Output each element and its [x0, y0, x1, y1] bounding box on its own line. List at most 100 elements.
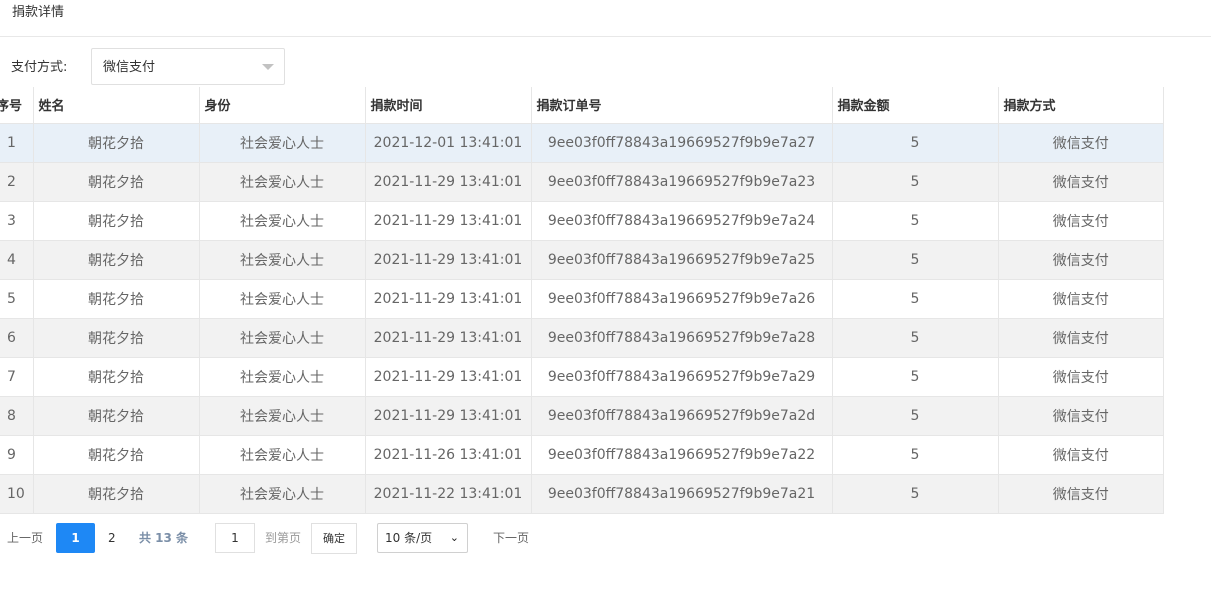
table-row[interactable]: 2 朝花夕拾 社会爱心人士 2021-11-29 13:41:01 9ee03f0ff7…: [0, 161, 1163, 201]
cell-payment-method: 微信支付: [997, 317, 1163, 357]
column-header-order-number[interactable]: 捐款订单号: [530, 87, 832, 123]
donation-table: 序号 姓名 身份 捐款时间 捐款订单号 捐款金额 捐款方式 1 朝花夕拾 社会爱心人…: [0, 87, 1164, 514]
next-page-button[interactable]: 下一页: [493, 531, 529, 545]
cell-order-number: 9ee03f0ff78843a19669527f9b9e7a25: [530, 239, 832, 279]
table-row[interactable]: 8 朝花夕拾 社会爱心人士 2021-11-29 13:41:01 9ee03f0ff7…: [0, 395, 1163, 435]
cell-order-number: 9ee03f0ff78843a19669527f9b9e7a24: [530, 200, 832, 240]
column-header-donation-time[interactable]: 捐款时间: [364, 87, 531, 123]
payment-method-select[interactable]: 微信支付: [91, 48, 285, 85]
cell-identity: 社会爱心人士: [198, 122, 365, 162]
cell-payment-method: 微信支付: [997, 239, 1163, 279]
cell-donation-time: 2021-11-29 13:41:01: [364, 356, 531, 396]
cell-order-number: 9ee03f0ff78843a19669527f9b9e7a27: [530, 122, 832, 162]
cell-payment-method: 微信支付: [997, 395, 1163, 435]
cell-amount: 5: [831, 239, 998, 279]
column-header-identity[interactable]: 身份: [198, 87, 365, 123]
cell-order-number: 9ee03f0ff78843a19669527f9b9e7a29: [530, 356, 832, 396]
table-row[interactable]: 6 朝花夕拾 社会爱心人士 2021-11-29 13:41:01 9ee03f0ff7…: [0, 317, 1163, 357]
cell-identity: 社会爱心人士: [198, 317, 365, 357]
cell-payment-method: 微信支付: [997, 161, 1163, 201]
cell-donation-time: 2021-11-22 13:41:01: [364, 473, 531, 513]
cell-donation-time: 2021-11-29 13:41:01: [364, 200, 531, 240]
cell-donation-time: 2021-11-29 13:41:01: [364, 161, 531, 201]
page-title: 捐款详情: [12, 5, 65, 20]
cell-donation-time: 2021-11-29 13:41:01: [364, 317, 531, 357]
cell-identity: 社会爱心人士: [198, 434, 365, 474]
cell-amount: 5: [831, 356, 998, 396]
cell-payment-method: 微信支付: [997, 122, 1163, 162]
cell-index: 3: [0, 200, 33, 240]
page-button-2[interactable]: 2: [108, 531, 116, 545]
goto-page-label: 到第页: [265, 531, 302, 545]
cell-name: 朝花夕拾: [32, 239, 199, 279]
cell-payment-method: 微信支付: [997, 473, 1163, 513]
cell-name: 朝花夕拾: [32, 278, 199, 318]
cell-order-number: 9ee03f0ff78843a19669527f9b9e7a26: [530, 278, 832, 318]
cell-index: 5: [0, 278, 33, 318]
page-button-current[interactable]: 1: [56, 523, 95, 553]
table-row[interactable]: 5 朝花夕拾 社会爱心人士 2021-11-29 13:41:01 9ee03f0ff7…: [0, 278, 1163, 318]
column-header-amount[interactable]: 捐款金额: [831, 87, 998, 123]
cell-name: 朝花夕拾: [32, 395, 199, 435]
cell-index: 7: [0, 356, 33, 396]
cell-name: 朝花夕拾: [32, 200, 199, 240]
table-row[interactable]: 10 朝花夕拾 社会爱心人士 2021-11-22 13:41:01 9ee03f0ff…: [0, 473, 1163, 513]
cell-order-number: 9ee03f0ff78843a19669527f9b9e7a28: [530, 317, 832, 357]
page-size-select[interactable]: 10 条/页 ⌄: [377, 523, 468, 553]
cell-amount: 5: [831, 122, 998, 162]
cell-index: 10: [0, 473, 33, 513]
cell-donation-time: 2021-11-29 13:41:01: [364, 239, 531, 279]
cell-order-number: 9ee03f0ff78843a19669527f9b9e7a21: [530, 473, 832, 513]
table-row[interactable]: 9 朝花夕拾 社会爱心人士 2021-11-26 13:41:01 9ee03f0ff7…: [0, 434, 1163, 474]
column-header-index[interactable]: 序号: [0, 87, 33, 123]
cell-payment-method: 微信支付: [997, 434, 1163, 474]
cell-index: 4: [0, 239, 33, 279]
cell-name: 朝花夕拾: [32, 356, 199, 396]
cell-payment-method: 微信支付: [997, 200, 1163, 240]
cell-identity: 社会爱心人士: [198, 239, 365, 279]
cell-amount: 5: [831, 395, 998, 435]
payment-method-value: 微信支付: [103, 60, 156, 75]
confirm-button[interactable]: 确定: [311, 523, 357, 554]
cell-identity: 社会爱心人士: [198, 356, 365, 396]
cell-amount: 5: [831, 473, 998, 513]
table-row[interactable]: 7 朝花夕拾 社会爱心人士 2021-11-29 13:41:01 9ee03f0ff7…: [0, 356, 1163, 396]
cell-index: 9: [0, 434, 33, 474]
prev-page-button[interactable]: 上一页: [7, 531, 43, 545]
cell-identity: 社会爱心人士: [198, 200, 365, 240]
cell-identity: 社会爱心人士: [198, 395, 365, 435]
column-header-payment-method[interactable]: 捐款方式: [997, 87, 1163, 123]
cell-amount: 5: [831, 200, 998, 240]
page-size-value: 10 条/页: [385, 531, 433, 545]
column-header-name[interactable]: 姓名: [32, 87, 199, 123]
cell-donation-time: 2021-11-29 13:41:01: [364, 395, 531, 435]
table-row[interactable]: 3 朝花夕拾 社会爱心人士 2021-11-29 13:41:01 9ee03f0ff7…: [0, 200, 1163, 240]
cell-index: 1: [0, 122, 33, 162]
cell-name: 朝花夕拾: [32, 473, 199, 513]
table-header: 序号 姓名 身份 捐款时间 捐款订单号 捐款金额 捐款方式: [0, 87, 1163, 123]
cell-index: 2: [0, 161, 33, 201]
table-body: 1 朝花夕拾 社会爱心人士 2021-12-01 13:41:01 9ee03f0ff7…: [0, 122, 1163, 513]
cell-payment-method: 微信支付: [997, 356, 1163, 396]
cell-donation-time: 2021-12-01 13:41:01: [364, 122, 531, 162]
cell-order-number: 9ee03f0ff78843a19669527f9b9e7a22: [530, 434, 832, 474]
cell-payment-method: 微信支付: [997, 278, 1163, 318]
cell-index: 8: [0, 395, 33, 435]
total-count: 共 13 条: [139, 531, 189, 545]
pagination: 上一页 1 2 共 13 条 到第页 确定 10 条/页 ⌄ 下一页: [0, 522, 600, 554]
top-bar: 捐款详情: [0, 0, 1211, 37]
caret-down-icon: [262, 64, 274, 70]
cell-name: 朝花夕拾: [32, 317, 199, 357]
payment-method-label: 支付方式:: [11, 60, 68, 75]
cell-identity: 社会爱心人士: [198, 473, 365, 513]
cell-name: 朝花夕拾: [32, 122, 199, 162]
cell-identity: 社会爱心人士: [198, 161, 365, 201]
table-row[interactable]: 1 朝花夕拾 社会爱心人士 2021-12-01 13:41:01 9ee03f0ff7…: [0, 122, 1163, 162]
table-row[interactable]: 4 朝花夕拾 社会爱心人士 2021-11-29 13:41:01 9ee03f0ff7…: [0, 239, 1163, 279]
goto-page-input[interactable]: [215, 523, 255, 553]
chevron-down-icon: ⌄: [449, 531, 459, 544]
cell-amount: 5: [831, 434, 998, 474]
cell-order-number: 9ee03f0ff78843a19669527f9b9e7a23: [530, 161, 832, 201]
cell-amount: 5: [831, 161, 998, 201]
cell-name: 朝花夕拾: [32, 161, 199, 201]
